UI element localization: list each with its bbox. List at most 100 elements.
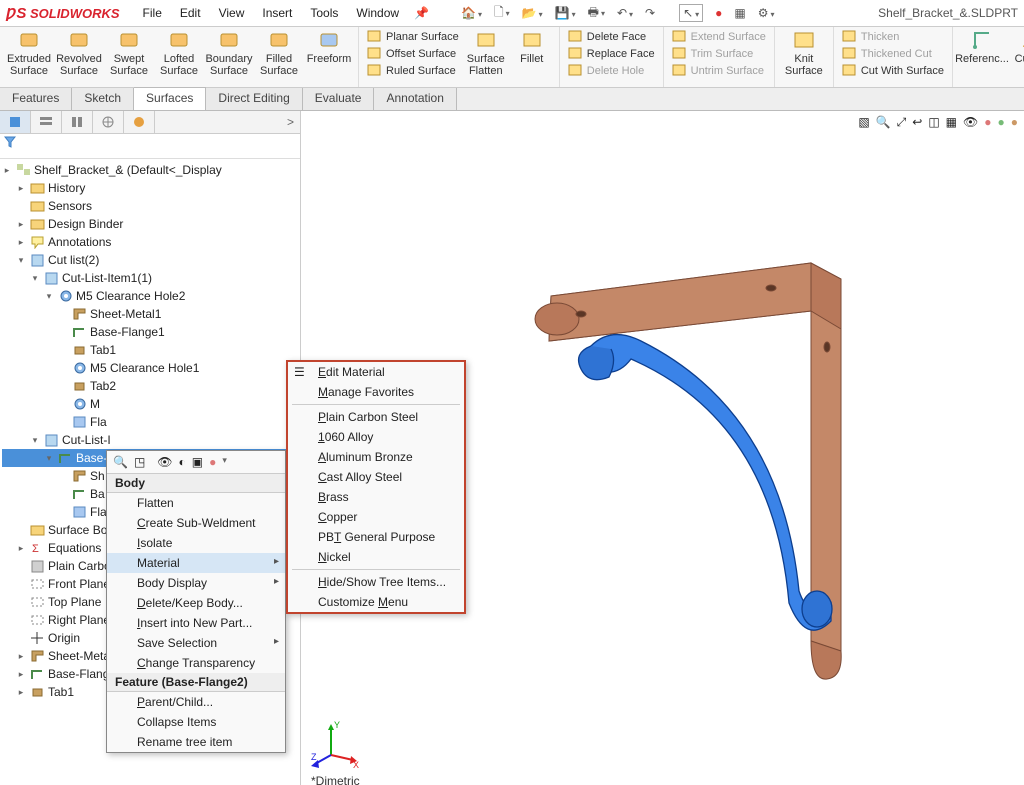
- surface-button[interactable]: SurfaceFlatten: [464, 29, 508, 77]
- home-icon[interactable]: 🏠: [461, 6, 482, 20]
- ruled-surface-button[interactable]: Ruled Surface: [367, 63, 459, 78]
- panel-tab-dimxpert[interactable]: [93, 111, 124, 133]
- rebuild-icon[interactable]: ●: [715, 6, 722, 20]
- tree-item[interactable]: ▾Cut-List-I: [2, 431, 300, 449]
- expand-icon[interactable]: ▸: [16, 669, 26, 680]
- filter-bar[interactable]: [0, 134, 300, 159]
- print-icon[interactable]: 🖶: [588, 3, 605, 24]
- mat-nickel[interactable]: Nickel: [288, 547, 464, 567]
- filled-button[interactable]: FilledSurface: [255, 29, 303, 77]
- mat-manage-favorites[interactable]: Manage Favorites: [288, 382, 464, 402]
- mat-cast-alloy-steel[interactable]: Cast Alloy Steel: [288, 467, 464, 487]
- tab-features[interactable]: Features: [0, 88, 72, 110]
- ctx-save-selection[interactable]: Save Selection: [107, 633, 285, 653]
- curves-button[interactable]: Curves: [1008, 29, 1024, 65]
- ctx-isolate[interactable]: Isolate: [107, 533, 285, 553]
- freeform-button[interactable]: Freeform: [305, 29, 353, 65]
- orientation-triad[interactable]: Y X Z: [311, 720, 361, 770]
- delete-face-button[interactable]: Delete Face: [568, 29, 655, 44]
- tab-sketch[interactable]: Sketch: [72, 88, 134, 110]
- ctx-insert-into-new-part[interactable]: Insert into New Part...: [107, 613, 285, 633]
- open-icon[interactable]: 📂: [522, 6, 543, 20]
- revolved-button[interactable]: RevolvedSurface: [55, 29, 103, 77]
- lofted-button[interactable]: LoftedSurface: [155, 29, 203, 77]
- reference-button[interactable]: Referenc...: [958, 29, 1006, 65]
- tree-item[interactable]: ▾Cut-List-Item1(1): [2, 269, 300, 287]
- undo-icon[interactable]: ↶: [617, 6, 633, 20]
- tab-direct-editing[interactable]: Direct Editing: [206, 88, 302, 110]
- expand-icon[interactable]: ▸: [2, 165, 12, 176]
- ctx-material[interactable]: Material: [107, 553, 285, 573]
- tree-item[interactable]: ▸Design Binder: [2, 215, 300, 233]
- expand-icon[interactable]: ▾: [44, 453, 54, 464]
- menu-insert[interactable]: Insert: [262, 6, 292, 20]
- expand-icon[interactable]: ▸: [16, 183, 26, 194]
- extruded-button[interactable]: ExtrudedSurface: [5, 29, 53, 77]
- mat-brass[interactable]: Brass: [288, 487, 464, 507]
- expand-icon[interactable]: ▾: [30, 273, 40, 284]
- tree-item[interactable]: M5 Clearance Hole1: [2, 359, 300, 377]
- options-icon-1[interactable]: ▦: [734, 6, 745, 20]
- tree-item[interactable]: Sensors: [2, 197, 300, 215]
- tab-evaluate[interactable]: Evaluate: [303, 88, 375, 110]
- knit-surface-button[interactable]: KnitSurface: [780, 29, 828, 77]
- pin-icon[interactable]: 📌: [414, 6, 429, 20]
- expand-icon[interactable]: ▾: [16, 255, 26, 266]
- tree-item[interactable]: ▾Cut list(2): [2, 251, 300, 269]
- expand-icon[interactable]: ▸: [16, 651, 26, 662]
- mat-hide-show-tree[interactable]: Hide/Show Tree Items...: [288, 572, 464, 592]
- tree-item[interactable]: Fla: [2, 413, 300, 431]
- mat-customize-menu[interactable]: Customize Menu: [288, 592, 464, 612]
- fillet-button[interactable]: Fillet: [510, 29, 554, 77]
- panel-tab-feature-tree[interactable]: [0, 111, 31, 133]
- menu-window[interactable]: Window: [356, 6, 399, 20]
- expand-icon[interactable]: ▸: [16, 219, 26, 230]
- expand-icon[interactable]: ▸: [16, 237, 26, 248]
- ctx-parent-child[interactable]: Parent/Child...: [107, 692, 285, 712]
- panel-expand-icon[interactable]: >: [281, 115, 300, 129]
- section-view-icon[interactable]: ◫: [928, 115, 939, 130]
- view-settings-icon[interactable]: ●: [1011, 115, 1018, 130]
- save-icon[interactable]: 💾: [555, 6, 576, 20]
- tree-item[interactable]: ▸Shelf_Bracket_& (Default<_Display: [2, 161, 300, 179]
- menu-file[interactable]: File: [143, 6, 162, 20]
- tab-surfaces[interactable]: Surfaces: [134, 87, 206, 110]
- mat-plain-carbon-steel[interactable]: Plain Carbon Steel: [288, 407, 464, 427]
- apply-scene-icon[interactable]: ●: [998, 115, 1005, 130]
- zoom-fit-icon[interactable]: 🔍: [876, 115, 891, 130]
- ctx-isolate-icon[interactable]: ▣: [192, 455, 203, 469]
- settings-icon[interactable]: ⚙: [758, 6, 775, 20]
- panel-tab-config[interactable]: [62, 111, 93, 133]
- ctx-flatten[interactable]: Flatten: [107, 493, 285, 513]
- ctx-transparency-icon[interactable]: ◐: [179, 455, 186, 469]
- hide-show-icon[interactable]: 👁: [963, 115, 978, 130]
- menu-view[interactable]: View: [219, 6, 245, 20]
- view-cube-icon[interactable]: ▧: [858, 115, 869, 130]
- menu-edit[interactable]: Edit: [180, 6, 201, 20]
- panel-tab-property[interactable]: [31, 111, 62, 133]
- tree-item[interactable]: Sheet-Metal1: [2, 305, 300, 323]
- panel-tab-display[interactable]: [124, 111, 155, 133]
- mat-pbt[interactable]: PBT General Purpose: [288, 527, 464, 547]
- edit-appearance-icon[interactable]: ●: [984, 115, 991, 130]
- cut-with-surface-button[interactable]: Cut With Surface: [842, 63, 944, 78]
- tree-item[interactable]: Base-Flange1: [2, 323, 300, 341]
- tree-item[interactable]: M: [2, 395, 300, 413]
- previous-view-icon[interactable]: ↩: [912, 115, 922, 130]
- tree-item[interactable]: Tab1: [2, 341, 300, 359]
- ctx-zoom-icon[interactable]: 🔍: [113, 455, 128, 469]
- expand-icon[interactable]: ▾: [30, 435, 40, 446]
- ctx-create-subweldment[interactable]: CCreate Sub-Weldmentreate Sub-Weldment: [107, 513, 285, 533]
- zoom-area-icon[interactable]: ⤢: [897, 115, 907, 130]
- ctx-collapse-items[interactable]: Collapse Items: [107, 712, 285, 732]
- mat-copper[interactable]: Copper: [288, 507, 464, 527]
- tree-item[interactable]: ▸Annotations: [2, 233, 300, 251]
- expand-icon[interactable]: ▾: [44, 291, 54, 302]
- tab-annotation[interactable]: Annotation: [374, 88, 456, 110]
- planar-surface-button[interactable]: Planar Surface: [367, 29, 459, 44]
- mat-aluminum-bronze[interactable]: Aluminum Bronze: [288, 447, 464, 467]
- redo-icon[interactable]: ↷: [645, 6, 655, 20]
- new-icon[interactable]: 🗋: [494, 3, 510, 24]
- menu-tools[interactable]: Tools: [310, 6, 338, 20]
- select-icon[interactable]: ↖: [679, 4, 703, 22]
